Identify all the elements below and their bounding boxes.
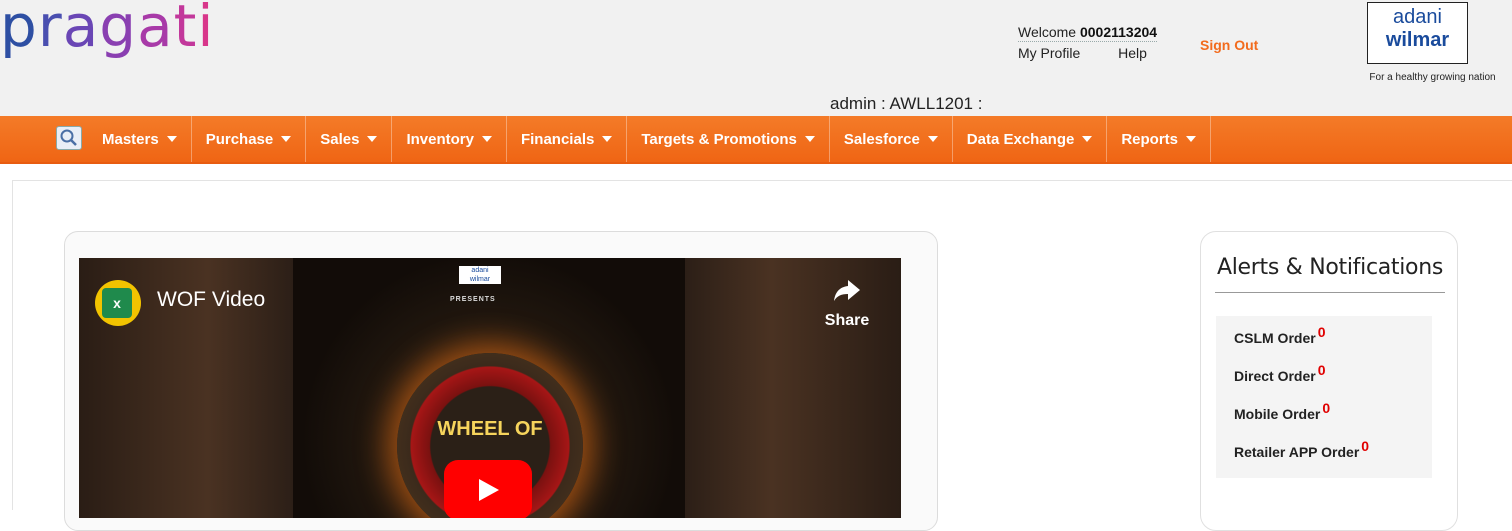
brand-bottom-text: wilmar [1385,29,1450,51]
chevron-down-icon [1186,136,1197,142]
nav-item-targets-promotions[interactable]: Targets & Promotions [627,116,830,162]
thumbnail-brand-logo: adani wilmar [459,266,501,284]
chevron-down-icon [927,136,938,142]
alerts-list: CSLM Order 0 Direct Order 0 Mobile Order 0 … [1216,316,1432,478]
alert-label: Retailer APP Order [1234,444,1360,460]
chevron-down-icon [166,136,177,142]
share-button[interactable]: Share [817,278,877,330]
nav-item-label: Salesforce [843,130,920,148]
chevron-down-icon [281,136,292,142]
nav-item-label: Masters [102,130,159,148]
chevron-down-icon [1082,136,1093,142]
thumbnail-presents: PRESENTS [450,296,496,303]
play-button[interactable] [444,460,532,518]
welcome-label: Welcome [1018,24,1077,40]
search-icon[interactable] [56,126,82,150]
alert-count-badge: 0 [1317,324,1326,340]
brand-tagline: For a healthy growing nation [1369,72,1496,83]
nav-item-label: Financials [520,130,595,148]
share-label: Share [824,312,870,329]
adani-wilmar-logo: adani wilmar [1367,2,1468,64]
chevron-down-icon [367,136,378,142]
nav-item-label: Sales [320,130,360,148]
wheel-title: WHEEL OF [437,418,543,440]
app-header: pragati Welcome 0002113204 My Profile He… [0,0,1512,116]
alerts-title: Alerts & Notifications [1215,255,1445,293]
chevron-down-icon [602,136,613,142]
nav-item-purchase[interactable]: Purchase [192,116,307,162]
nav-item-data-exchange[interactable]: Data Exchange [953,116,1108,162]
logo-letter: g [99,0,138,60]
logo-letter: i [197,0,215,60]
nav-item-label: Targets & Promotions [641,130,797,148]
nav-item-salesforce[interactable]: Salesforce [830,116,953,162]
nav-item-label: Reports [1121,130,1179,148]
thumbnail-brand-top: adani [471,267,489,274]
nav-item-inventory[interactable]: Inventory [392,116,507,162]
logo-letter: t [173,0,198,60]
alert-item-retailer-app-order[interactable]: Retailer APP Order 0 [1234,438,1369,460]
thumbnail-brand-bottom: wilmar [469,276,491,283]
nav-menu: Masters Purchase Sales Inventory Financi… [88,116,1212,162]
alert-item-mobile-order[interactable]: Mobile Order 0 [1234,400,1330,422]
main-nav: Masters Purchase Sales Inventory Financi… [0,116,1512,164]
nav-item-sales[interactable]: Sales [306,116,393,162]
sign-out-link[interactable]: Sign Out [1200,37,1258,53]
my-profile-link[interactable]: My Profile [1018,45,1080,61]
alert-label: CSLM Order [1234,330,1316,346]
nav-item-reports[interactable]: Reports [1107,116,1212,162]
chevron-down-icon [804,136,815,142]
share-icon [834,280,860,301]
alert-item-cslm-order[interactable]: CSLM Order 0 [1234,324,1325,346]
logo-letter: p [0,0,38,60]
alert-count-badge: 0 [1361,438,1370,454]
nav-item-label: Purchase [205,130,274,148]
video-title[interactable]: WOF Video [157,288,265,312]
chevron-down-icon [481,136,492,142]
user-welcome: Welcome 0002113204 My Profile Help [1018,24,1181,61]
alert-label: Direct Order [1234,368,1316,384]
logo-letter: a [62,0,100,60]
admin-info: admin : AWLL1201 : [830,94,983,113]
brand-top-text: adani [1393,6,1442,28]
profile-links: My Profile Help [1018,45,1181,61]
nav-item-label: Inventory [406,130,474,148]
logo-letter: r [37,0,63,60]
nav-item-label: Data Exchange [966,130,1075,148]
help-link[interactable]: Help [1118,45,1147,61]
alert-count-badge: 0 [1317,362,1326,378]
welcome-line: Welcome 0002113204 [1018,24,1158,42]
user-id: 0002113204 [1079,24,1158,40]
nav-item-masters[interactable]: Masters [88,116,192,162]
alert-count-badge: 0 [1322,400,1331,416]
pragati-logo[interactable]: pragati [0,0,214,60]
nav-item-financials[interactable]: Financials [507,116,628,162]
alert-label: Mobile Order [1234,406,1321,422]
excel-icon: x [102,288,132,318]
logo-letter: a [137,0,174,60]
channel-avatar[interactable]: x [95,280,141,326]
video-player[interactable]: x WOF Video adani wilmar PRESENTS WHEEL … [79,258,901,518]
alert-item-direct-order[interactable]: Direct Order 0 [1234,362,1326,384]
